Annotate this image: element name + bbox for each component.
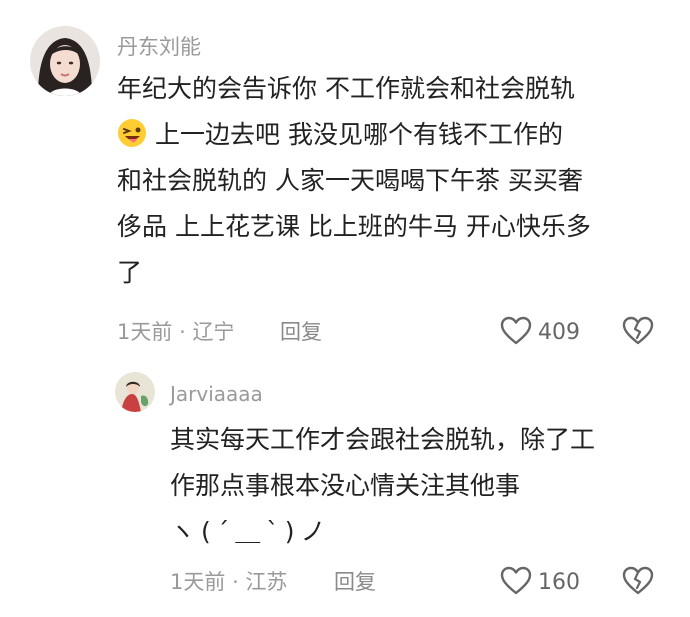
avatar[interactable] xyxy=(30,26,100,96)
meta-separator: · xyxy=(232,570,239,594)
comment-username[interactable]: 丹东刘能 xyxy=(117,31,201,61)
heart-icon xyxy=(500,566,532,600)
reply-avatar[interactable] xyxy=(115,372,155,412)
comment-body: 年纪大的会告诉你 不工作就会和社会脱轨 上一边去吧 我没见哪个有钱不工作的 和社… xyxy=(117,66,591,296)
broken-heart-icon xyxy=(622,566,654,600)
comment-line: 上一边去吧 我没见哪个有钱不工作的 xyxy=(117,112,591,158)
reply-line: 其实每天工作才会跟社会脱轨，除了工 xyxy=(170,425,596,454)
reply-button[interactable]: 回复 xyxy=(334,568,376,596)
reply-time: 1天前 xyxy=(170,570,226,594)
wink-tongue-emoji-icon xyxy=(117,117,147,147)
reply-emoticon: ヽ(ˊ＿ˋ)ノ xyxy=(170,517,332,546)
comment-line: 年纪大的会告诉你 不工作就会和社会脱轨 xyxy=(117,74,575,103)
comment-line: 了 xyxy=(117,258,143,287)
like-button[interactable]: 160 xyxy=(500,566,580,600)
reply-body: 其实每天工作才会跟社会脱轨，除了工 作那点事根本没心情关注其他事 ヽ(ˊ＿ˋ)ノ xyxy=(170,417,595,555)
comment-line: 侈品 上上花艺课 比上班的牛马 开心快乐多 xyxy=(117,212,591,241)
reply-button[interactable]: 回复 xyxy=(280,318,322,346)
like-count: 409 xyxy=(538,320,580,345)
comment-time: 1天前 xyxy=(117,320,173,344)
reply-line: 作那点事根本没心情关注其他事 xyxy=(170,471,521,500)
dislike-button[interactable] xyxy=(622,566,654,600)
comment-line: 和社会脱轨的 人家一天喝喝下午茶 买买奢 xyxy=(117,166,583,195)
comment-meta: 1天前 · 辽宁 xyxy=(117,318,234,346)
comment-line-text: 上一边去吧 我没见哪个有钱不工作的 xyxy=(155,120,563,149)
broken-heart-icon xyxy=(622,316,654,350)
reply-username[interactable]: Jarviaaaa xyxy=(170,382,263,406)
meta-separator: · xyxy=(179,320,186,344)
heart-icon xyxy=(500,316,532,350)
comment-location: 辽宁 xyxy=(192,320,235,344)
reply-location: 江苏 xyxy=(245,570,288,594)
reply-meta: 1天前 · 江苏 xyxy=(170,568,287,596)
like-count: 160 xyxy=(538,570,580,595)
dislike-button[interactable] xyxy=(622,316,654,350)
like-button[interactable]: 409 xyxy=(500,316,580,350)
